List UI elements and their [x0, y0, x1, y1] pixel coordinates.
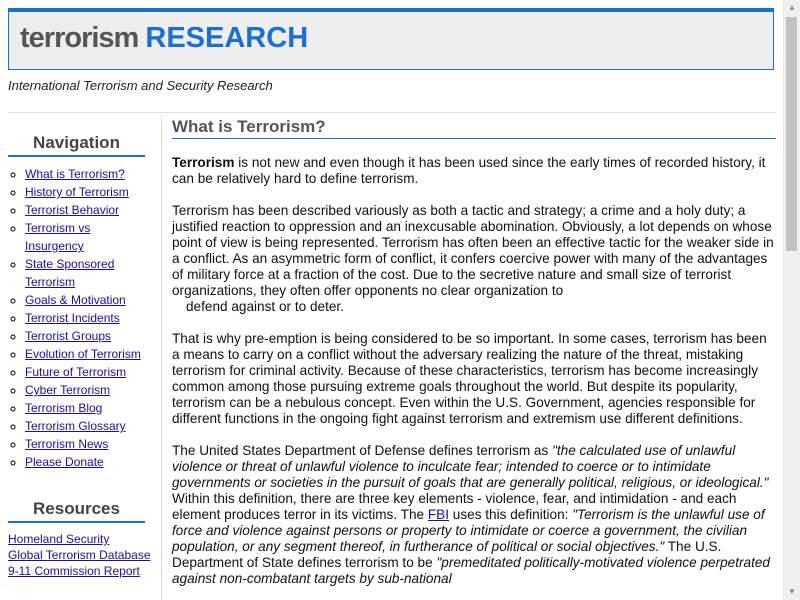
resource-item: Global Terrorism Database: [8, 547, 158, 563]
page-title: What is Terrorism?: [172, 117, 776, 139]
resource-link-911-commission-report[interactable]: 9-11 Commission Report: [8, 564, 140, 578]
nav-item: History of Terrorism: [25, 183, 150, 201]
paragraph-2-text: Terrorism has been described variously a…: [172, 203, 774, 298]
nav-item: Terrorist Behavior: [25, 201, 150, 219]
nav-item: Terrorist Incidents: [25, 309, 150, 327]
nav-item: Terrorism vs Insurgency: [25, 219, 150, 255]
nav-link-state-sponsored-terrorism[interactable]: State Sponsored Terrorism: [25, 257, 114, 289]
nav-link-terrorist-groups[interactable]: Terrorist Groups: [25, 329, 111, 343]
scroll-up-arrow-icon[interactable]: ▲: [784, 0, 800, 16]
paragraph-2-indented-line: defend against or to deter.: [186, 299, 344, 314]
nav-item: What is Terrorism?: [25, 165, 150, 183]
header-divider: [8, 112, 776, 113]
paragraph-1: Terrorism is not new and even though it …: [172, 155, 776, 187]
sidebar: Navigation What is Terrorism? History of…: [8, 115, 162, 600]
p4-text-c: uses this definition:: [449, 507, 573, 522]
nav-item: Evolution of Terrorism: [25, 345, 150, 363]
resources-list: Homeland Security Global Terrorism Datab…: [8, 531, 158, 579]
nav-link-history-of-terrorism[interactable]: History of Terrorism: [25, 185, 129, 199]
fbi-link[interactable]: FBI: [428, 507, 449, 522]
site-header: terrorism RESEARCH: [8, 8, 774, 70]
site-logo-title[interactable]: terrorism RESEARCH: [20, 22, 308, 55]
scrollbar-thumb[interactable]: [786, 17, 797, 251]
navigation-list: What is Terrorism? History of Terrorism …: [8, 165, 150, 471]
nav-link-future-of-terrorism[interactable]: Future of Terrorism: [25, 365, 126, 379]
nav-item: Terrorism Blog: [25, 399, 150, 417]
navigation-heading: Navigation: [8, 133, 145, 157]
resource-link-homeland-security[interactable]: Homeland Security: [8, 532, 109, 546]
site-tagline: International Terrorism and Security Res…: [8, 78, 273, 93]
main-content: What is Terrorism? Terrorism is not new …: [172, 117, 776, 600]
nav-item: Please Donate: [25, 453, 150, 471]
nav-link-goals-motivation[interactable]: Goals & Motivation: [25, 293, 126, 307]
p4-text-a: The United States Department of Defense …: [172, 443, 553, 458]
nav-item: Terrorism Glossary: [25, 417, 150, 435]
paragraph-1-text: is not new and even though it has been u…: [172, 155, 766, 186]
nav-item: Terrorism News: [25, 435, 150, 453]
page: terrorism RESEARCH International Terrori…: [0, 0, 784, 600]
nav-link-terrorism-news[interactable]: Terrorism News: [25, 437, 108, 451]
scroll-down-arrow-icon[interactable]: ▼: [784, 584, 800, 600]
site-title-terrorism: terrorism: [20, 22, 139, 54]
nav-link-what-is-terrorism[interactable]: What is Terrorism?: [25, 167, 125, 181]
article-body: Terrorism is not new and even though it …: [172, 155, 776, 587]
term-terrorism: Terrorism: [172, 155, 235, 170]
nav-link-please-donate[interactable]: Please Donate: [25, 455, 104, 469]
nav-link-terrorist-incidents[interactable]: Terrorist Incidents: [25, 311, 120, 325]
nav-link-terrorist-behavior[interactable]: Terrorist Behavior: [25, 203, 119, 217]
nav-link-terrorism-glossary[interactable]: Terrorism Glossary: [25, 419, 126, 433]
paragraph-3: That is why pre-emption is being conside…: [172, 331, 767, 426]
nav-item: State Sponsored Terrorism: [25, 255, 150, 291]
nav-item: Future of Terrorism: [25, 363, 150, 381]
resource-link-global-terrorism-database[interactable]: Global Terrorism Database: [8, 548, 151, 562]
vertical-scrollbar[interactable]: ▲ ▼: [783, 0, 800, 600]
resources-heading: Resources: [8, 499, 145, 523]
nav-link-terrorism-vs-insurgency[interactable]: Terrorism vs Insurgency: [25, 221, 90, 253]
nav-item: Terrorist Groups: [25, 327, 150, 345]
nav-item: Goals & Motivation: [25, 291, 150, 309]
paragraph-2: Terrorism has been described variously a…: [172, 203, 776, 315]
paragraph-4: The United States Department of Defense …: [172, 443, 776, 587]
nav-link-cyber-terrorism[interactable]: Cyber Terrorism: [25, 383, 110, 397]
resource-item: Homeland Security: [8, 531, 158, 547]
site-title-research: RESEARCH: [145, 22, 309, 54]
nav-link-terrorism-blog[interactable]: Terrorism Blog: [25, 401, 102, 415]
resource-item: 9-11 Commission Report: [8, 563, 158, 579]
nav-link-evolution-of-terrorism[interactable]: Evolution of Terrorism: [25, 347, 141, 361]
nav-item: Cyber Terrorism: [25, 381, 150, 399]
